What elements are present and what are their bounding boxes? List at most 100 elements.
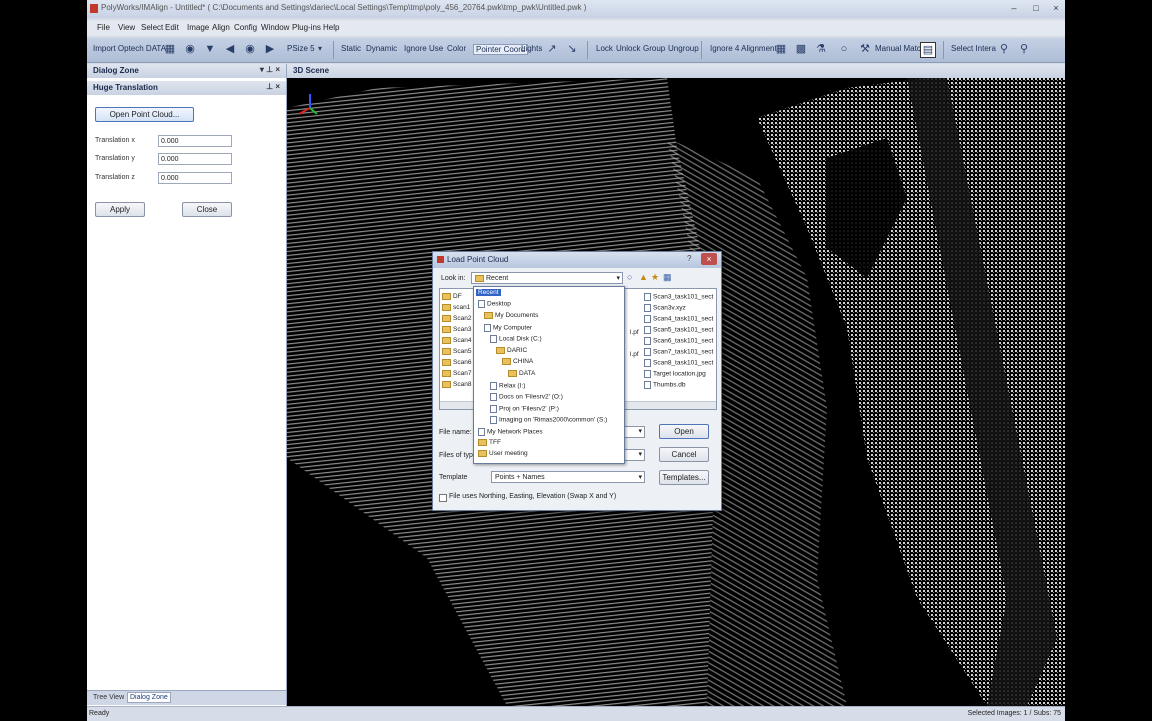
tab-dialog-zone[interactable]: Dialog Zone [127, 692, 171, 703]
dropdown-item[interactable]: CHINA [502, 358, 533, 365]
dropdown-item[interactable]: TFF [478, 439, 501, 446]
template-combo[interactable]: Points + Names ▾ [491, 471, 645, 483]
back-icon[interactable]: ○ [627, 272, 632, 282]
lights-button[interactable]: Lights [521, 44, 542, 53]
open-point-cloud-button[interactable]: Open Point Cloud... [95, 107, 194, 122]
dropdown-item-recent[interactable]: Recent [476, 289, 501, 296]
templates-button[interactable]: Templates... [659, 470, 709, 485]
lock-button[interactable]: Lock [596, 44, 613, 53]
dropdown-item[interactable]: My Documents [484, 312, 538, 319]
translation-z-input[interactable]: 0.000 [158, 172, 232, 184]
dropdown-item[interactable]: Desktop [478, 300, 511, 308]
globe-icon[interactable]: ○ [837, 42, 851, 56]
tree-icon[interactable]: ⚗ [814, 42, 828, 56]
filter-icon[interactable]: ▼ [203, 42, 217, 56]
ignore-button[interactable]: Ignore [404, 44, 427, 53]
open-button[interactable]: Open [659, 424, 709, 439]
list-item[interactable]: Scan6_task101_sect [644, 337, 713, 348]
close-icon[interactable]: × [1045, 2, 1067, 14]
dropdown-item[interactable]: Relax (I:) [490, 382, 525, 390]
psize-button[interactable]: PSize 5 [287, 44, 315, 53]
menu-image[interactable]: Image [187, 23, 209, 32]
list-item[interactable]: DF [442, 293, 471, 304]
arrow-right-icon[interactable]: ▶ [263, 42, 277, 56]
list-item[interactable]: Scan3 [442, 326, 471, 337]
list-item[interactable]: Scan4 [442, 337, 471, 348]
group-button[interactable]: Group [643, 44, 665, 53]
menu-select[interactable]: Select [141, 23, 163, 32]
view-menu-icon[interactable]: ▦ [663, 272, 672, 283]
list-item[interactable]: Scan7_task101_sect [644, 348, 713, 359]
use-button[interactable]: Use [429, 44, 443, 53]
menu-plugins[interactable]: Plug-ins [292, 23, 321, 32]
new-folder-icon[interactable]: ★ [651, 272, 659, 283]
menu-help[interactable]: Help [323, 23, 339, 32]
arrow-left-icon[interactable]: ◀ [223, 42, 237, 56]
dropdown-item[interactable]: Imaging on 'Rimas2000\common' (S:) [490, 416, 607, 424]
measure-icon[interactable]: ↘ [565, 42, 579, 56]
menu-config[interactable]: Config [234, 23, 257, 32]
dropdown-item[interactable]: User meeting [478, 450, 528, 457]
maximize-icon[interactable]: □ [1025, 2, 1047, 14]
menu-file[interactable]: File [97, 23, 110, 32]
import-optech-button[interactable]: Import Optech DATA [93, 44, 166, 53]
grid-icon[interactable]: ▦ [774, 42, 788, 56]
apply-button[interactable]: Apply [95, 202, 145, 217]
close-button[interactable]: Close [182, 202, 232, 217]
list-item[interactable]: Scan5 [442, 348, 471, 359]
look-in-combo[interactable]: Recent ▾ [471, 272, 623, 284]
dropdown-item[interactable]: Docs on 'Filesrv2' (O:) [490, 393, 563, 401]
magnifier-icon[interactable]: ⚲ [997, 42, 1011, 56]
list-item[interactable]: l.pf [630, 351, 639, 362]
list-item[interactable]: Scan4_task101_sect [644, 315, 713, 326]
pin-close-icon[interactable]: ▾ ⊥ × [260, 65, 280, 74]
list-item[interactable]: l.pf [630, 329, 639, 351]
dropdown-item[interactable]: Proj on 'Filesrv2' (P:) [490, 405, 559, 413]
list-item[interactable]: Scan3_task101_sect [644, 293, 713, 304]
list-item[interactable]: Scan7 [442, 370, 471, 381]
dropdown-item[interactable]: Local Disk (C:) [490, 335, 542, 343]
menu-view[interactable]: View [118, 23, 135, 32]
list-item[interactable]: Scan2 [442, 315, 471, 326]
tab-tree-view[interactable]: Tree View [93, 694, 124, 701]
dropdown-item[interactable]: DARIC [496, 347, 527, 354]
list-item[interactable]: Target location.jpg [644, 370, 713, 381]
list-item[interactable]: Scan6 [442, 359, 471, 370]
select-interactive-button[interactable]: Select Intera [951, 44, 996, 53]
ignore-4-alignment-button[interactable]: Ignore 4 Alignment [710, 44, 777, 53]
dropdown-item[interactable]: My Computer [484, 324, 532, 332]
list-item[interactable]: Scan3v.xyz [644, 304, 713, 315]
menu-align[interactable]: Align [212, 23, 230, 32]
translation-y-input[interactable]: 0.000 [158, 153, 232, 165]
help-icon[interactable]: ? [687, 254, 691, 263]
minimize-icon[interactable]: – [1003, 2, 1025, 14]
menu-window[interactable]: Window [261, 23, 289, 32]
list-item[interactable]: Thumbs.db [644, 381, 713, 392]
static-button[interactable]: Static [341, 44, 361, 53]
list-item[interactable]: Scan5_task101_sect [644, 326, 713, 337]
cancel-button[interactable]: Cancel [659, 447, 709, 462]
lasso-icon[interactable]: ⚲ [1017, 42, 1031, 56]
table-icon[interactable]: ▩ [794, 42, 808, 56]
ungroup-button[interactable]: Ungroup [668, 44, 699, 53]
unlock-button[interactable]: Unlock [616, 44, 640, 53]
swap-xy-checkbox[interactable] [439, 494, 447, 502]
dialog-close-icon[interactable]: × [701, 253, 717, 265]
color-button[interactable]: Color [447, 44, 466, 53]
pin-close-icon[interactable]: ⊥ × [266, 82, 280, 91]
up-folder-icon[interactable]: ▲ [639, 272, 648, 282]
psize-dropdown-icon[interactable]: ▾ [313, 42, 327, 56]
align-icon[interactable]: ◉ [183, 42, 197, 56]
document-icon[interactable]: ▤ [920, 42, 936, 58]
tools-icon[interactable]: ⚒ [858, 42, 872, 56]
menu-edit[interactable]: Edit [165, 23, 179, 32]
dropdown-item[interactable]: My Network Places [478, 428, 543, 436]
list-item[interactable]: Scan8 [442, 381, 471, 392]
pick-icon[interactable]: ↗ [545, 42, 559, 56]
list-item[interactable]: scan1 [442, 304, 471, 315]
manual-match-button[interactable]: Manual Match [875, 44, 925, 53]
zoom-icon[interactable]: ◉ [243, 42, 257, 56]
dynamic-button[interactable]: Dynamic [366, 44, 397, 53]
translation-x-input[interactable]: 0.000 [158, 135, 232, 147]
scan-icon[interactable]: ▦ [163, 42, 177, 56]
